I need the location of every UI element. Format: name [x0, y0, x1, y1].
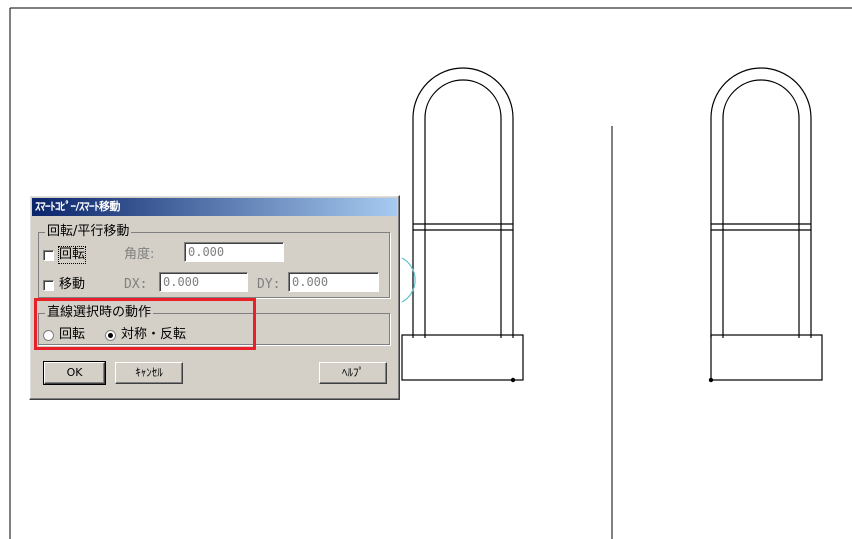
angle-label: 角度: [124, 247, 155, 262]
dialog-title[interactable]: ｽﾏｰﾄｺﾋﾟｰ/ｽﾏｰﾄ移動 [32, 198, 397, 216]
transform-group-label: 回転/平行移動 [45, 224, 132, 239]
rotate-checkbox[interactable] [43, 250, 54, 261]
dy-label: DY: [257, 277, 281, 292]
move-checkbox[interactable] [43, 280, 54, 291]
move-checkbox-label[interactable]: 移動 [59, 277, 85, 293]
dy-input[interactable]: 0.000 [288, 272, 379, 292]
ok-button[interactable]: OK [43, 361, 106, 385]
dx-input[interactable]: 0.000 [159, 272, 248, 292]
highlight-box [34, 298, 256, 350]
angle-input[interactable]: 0.000 [184, 242, 284, 262]
rotate-checkbox-label[interactable]: 回転 [57, 246, 87, 264]
dx-label: DX: [124, 277, 148, 292]
cancel-button[interactable]: ｷｬﾝｾﾙ [115, 362, 183, 384]
help-button[interactable]: ﾍﾙﾌﾟ [319, 362, 387, 384]
